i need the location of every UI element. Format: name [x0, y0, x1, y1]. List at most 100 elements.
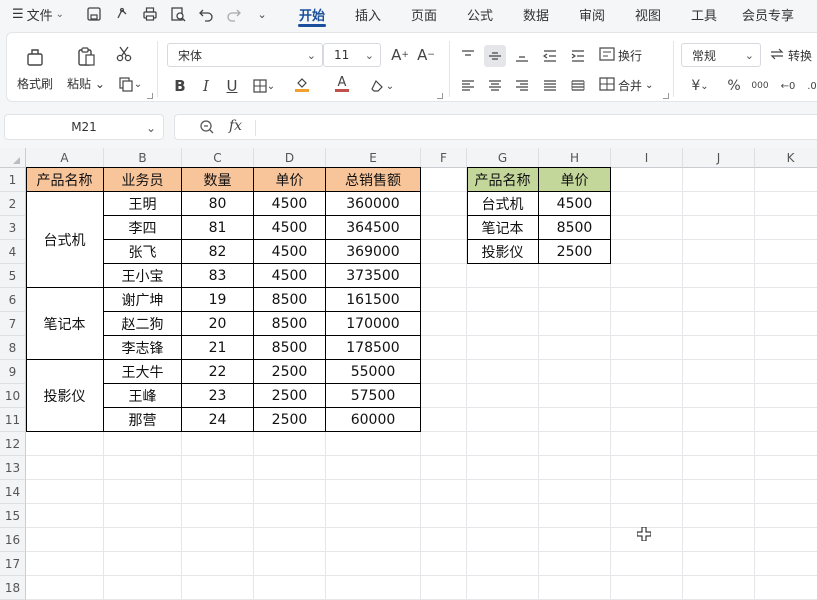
empty-cell[interactable]	[755, 504, 817, 528]
empty-cell[interactable]	[611, 432, 683, 456]
empty-cell[interactable]	[421, 336, 467, 360]
empty-cell[interactable]	[326, 504, 421, 528]
font-dialog-launcher-icon[interactable]	[437, 93, 443, 99]
paste-button[interactable]: 粘贴 ⌄	[67, 43, 105, 92]
tab-tools[interactable]: 工具	[676, 0, 732, 28]
table-cell[interactable]: 4500	[254, 216, 326, 240]
empty-cell[interactable]	[611, 576, 683, 600]
empty-cell[interactable]	[755, 360, 817, 384]
table-cell[interactable]: 2500	[254, 360, 326, 384]
empty-cell[interactable]	[104, 456, 182, 480]
empty-cell[interactable]	[326, 480, 421, 504]
empty-cell[interactable]	[104, 552, 182, 576]
empty-cell[interactable]	[421, 192, 467, 216]
table-cell[interactable]: 161500	[326, 288, 421, 312]
empty-cell[interactable]	[254, 576, 326, 600]
table-cell[interactable]: 赵二狗	[104, 312, 182, 336]
empty-cell[interactable]	[467, 408, 539, 432]
empty-cell[interactable]	[539, 384, 611, 408]
empty-cell[interactable]	[539, 360, 611, 384]
empty-cell[interactable]	[467, 576, 539, 600]
empty-cell[interactable]	[611, 168, 683, 192]
empty-cell[interactable]	[326, 432, 421, 456]
empty-cell[interactable]	[755, 336, 817, 360]
tab-page[interactable]: 页面	[396, 0, 452, 28]
empty-cell[interactable]	[104, 528, 182, 552]
fill-color-icon[interactable]	[285, 73, 319, 95]
table-cell[interactable]: 82	[182, 240, 254, 264]
undo-icon[interactable]	[194, 3, 218, 25]
font-size-select[interactable]: 11 ⌄	[323, 43, 381, 67]
row-header-10[interactable]: 10	[0, 384, 26, 408]
empty-cell[interactable]	[683, 360, 755, 384]
empty-cell[interactable]	[683, 432, 755, 456]
table-cell[interactable]: 张飞	[104, 240, 182, 264]
empty-cell[interactable]	[611, 504, 683, 528]
merge-button[interactable]: 合并 ⌄	[599, 77, 653, 94]
clear-format-icon[interactable]: ⌄	[365, 75, 399, 97]
table-cell[interactable]: 4500	[254, 192, 326, 216]
empty-cell[interactable]	[467, 552, 539, 576]
table-header-cell[interactable]: 数量	[182, 168, 254, 192]
empty-cell[interactable]	[683, 264, 755, 288]
empty-cell[interactable]	[755, 312, 817, 336]
empty-cell[interactable]	[421, 432, 467, 456]
redo-icon[interactable]	[222, 3, 246, 25]
table-cell[interactable]: 21	[182, 336, 254, 360]
empty-cell[interactable]	[539, 480, 611, 504]
empty-cell[interactable]	[254, 504, 326, 528]
tab-home[interactable]: 开始	[284, 0, 340, 28]
column-header-d[interactable]: D	[254, 148, 326, 168]
empty-cell[interactable]	[26, 504, 104, 528]
empty-cell[interactable]	[683, 192, 755, 216]
column-header-h[interactable]: H	[539, 148, 611, 168]
empty-cell[interactable]	[182, 528, 254, 552]
column-header-f[interactable]: F	[421, 148, 467, 168]
empty-cell[interactable]	[683, 528, 755, 552]
increase-font-size-icon[interactable]: A +	[389, 44, 411, 66]
empty-cell[interactable]	[421, 168, 467, 192]
empty-cell[interactable]	[254, 528, 326, 552]
formula-input[interactable]: fx	[174, 114, 817, 140]
empty-cell[interactable]	[611, 312, 683, 336]
empty-cell[interactable]	[755, 432, 817, 456]
table-cell[interactable]: 那营	[104, 408, 182, 432]
lookup-cell[interactable]: 台式机	[467, 192, 539, 216]
empty-cell[interactable]	[467, 432, 539, 456]
empty-cell[interactable]	[611, 552, 683, 576]
empty-cell[interactable]	[421, 408, 467, 432]
empty-cell[interactable]	[254, 480, 326, 504]
empty-cell[interactable]	[26, 576, 104, 600]
empty-cell[interactable]	[421, 552, 467, 576]
empty-cell[interactable]	[755, 216, 817, 240]
print-icon[interactable]	[138, 3, 162, 25]
decrease-indent-icon[interactable]	[539, 45, 561, 67]
table-cell[interactable]: 8500	[254, 288, 326, 312]
empty-cell[interactable]	[421, 456, 467, 480]
row-header-16[interactable]: 16	[0, 528, 26, 552]
table-cell[interactable]: 2500	[254, 384, 326, 408]
empty-cell[interactable]	[683, 216, 755, 240]
table-cell[interactable]: 4500	[254, 240, 326, 264]
table-cell[interactable]: 57500	[326, 384, 421, 408]
tab-formula[interactable]: 公式	[452, 0, 508, 28]
empty-cell[interactable]	[421, 528, 467, 552]
column-header-k[interactable]: K	[755, 148, 817, 168]
row-header-9[interactable]: 9	[0, 360, 26, 384]
empty-cell[interactable]	[683, 288, 755, 312]
align-left-icon[interactable]	[457, 75, 479, 97]
empty-cell[interactable]	[611, 264, 683, 288]
table-cell[interactable]: 60000	[326, 408, 421, 432]
empty-cell[interactable]	[755, 384, 817, 408]
empty-cell[interactable]	[755, 288, 817, 312]
empty-cell[interactable]	[421, 312, 467, 336]
table-cell[interactable]: 8500	[254, 336, 326, 360]
underline-icon[interactable]: U	[221, 75, 243, 97]
row-header-6[interactable]: 6	[0, 288, 26, 312]
font-name-select[interactable]: 宋体 ⌄	[167, 43, 323, 67]
distributed-align-icon[interactable]	[567, 75, 589, 97]
table-header-cell[interactable]: 产品名称	[26, 168, 104, 192]
alignment-dialog-launcher-icon[interactable]	[663, 93, 669, 99]
empty-cell[interactable]	[182, 456, 254, 480]
print-preview-icon[interactable]	[166, 3, 190, 25]
